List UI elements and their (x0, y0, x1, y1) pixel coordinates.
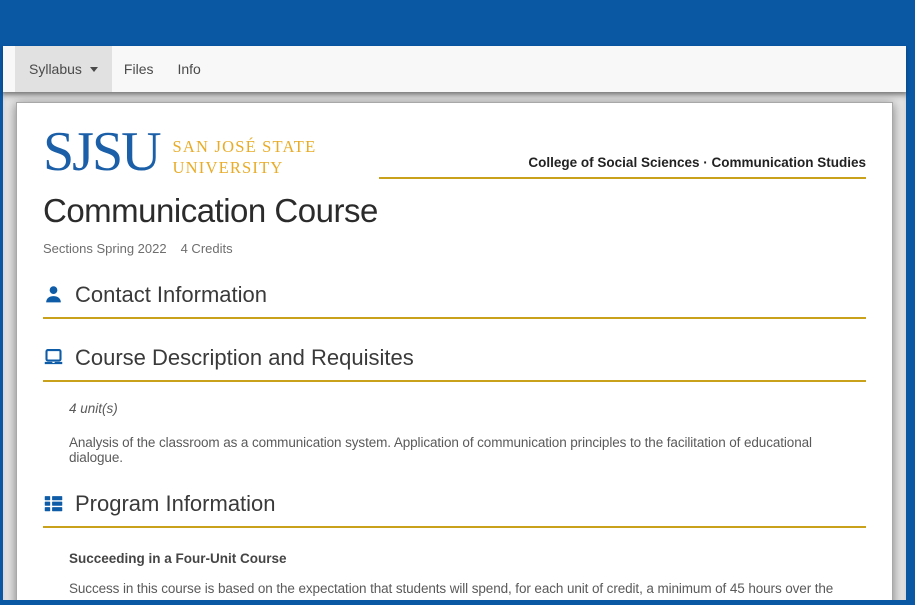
section-contact-information: Contact Information (43, 282, 866, 319)
laptop-icon (43, 347, 64, 368)
section-description-heading: Course Description and Requisites (43, 345, 866, 371)
masthead: SJSU SAN JOSÉ STATE UNIVERSITY College o… (43, 127, 866, 179)
section-description-title: Course Description and Requisites (75, 345, 414, 371)
course-description-text: Analysis of the classroom as a communica… (69, 435, 856, 465)
gold-divider (43, 317, 866, 319)
syllabus-card: SJSU SAN JOSÉ STATE UNIVERSITY College o… (16, 102, 893, 600)
section-program-content: Succeeding in a Four-Unit Course Success… (43, 551, 866, 600)
program-body-text: Success in this course is based on the e… (69, 578, 856, 600)
sjsu-logo-wordmark-line2: UNIVERSITY (173, 157, 317, 178)
sjsu-logo-wordmark-line1: SAN JOSÉ STATE (173, 136, 317, 157)
page-background: SJSU SAN JOSÉ STATE UNIVERSITY College o… (3, 92, 906, 600)
section-program-title: Program Information (75, 491, 276, 517)
course-meta: Sections Spring 2022 4 Credits (43, 241, 866, 256)
sjsu-logo-acronym: SJSU (43, 127, 160, 179)
top-banner (0, 0, 915, 46)
section-program-heading: Program Information (43, 491, 866, 517)
sjsu-logo: SJSU SAN JOSÉ STATE UNIVERSITY (43, 127, 379, 179)
section-contact-heading: Contact Information (43, 282, 866, 308)
gold-divider (43, 380, 866, 382)
section-description-content: 4 unit(s) Analysis of the classroom as a… (43, 401, 866, 465)
section-contact-title: Contact Information (75, 282, 267, 308)
tab-info[interactable]: Info (165, 46, 212, 92)
list-grid-icon (43, 493, 64, 514)
tab-syllabus-label: Syllabus (29, 61, 82, 77)
section-program-information: Program Information Succeeding in a Four… (43, 491, 866, 600)
course-units: 4 unit(s) (69, 401, 856, 416)
section-course-description: Course Description and Requisites 4 unit… (43, 345, 866, 465)
tab-syllabus[interactable]: Syllabus (15, 46, 112, 92)
person-icon (43, 284, 64, 305)
course-navigation: Syllabus Files Info (3, 46, 906, 92)
course-sections-label: Sections Spring 2022 (43, 241, 167, 256)
program-subheading: Succeeding in a Four-Unit Course (69, 551, 856, 566)
gold-divider (43, 526, 866, 528)
college-breadcrumb: College of Social Sciences · Communicati… (379, 127, 866, 179)
college-breadcrumb-text: College of Social Sciences · Communicati… (528, 155, 866, 170)
sjsu-logo-wordmark: SAN JOSÉ STATE UNIVERSITY (173, 136, 317, 179)
course-title: Communication Course (43, 192, 866, 230)
chevron-down-icon (90, 67, 98, 72)
course-credits-label: 4 Credits (181, 241, 233, 256)
tab-files[interactable]: Files (112, 46, 166, 92)
